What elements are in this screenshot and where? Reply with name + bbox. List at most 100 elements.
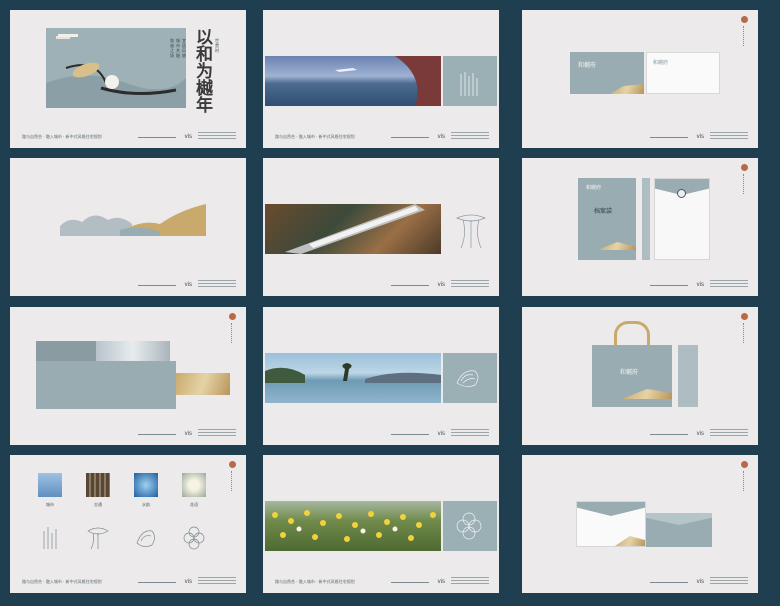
card-footer: vis — [534, 575, 748, 585]
footer-sub — [710, 429, 748, 437]
card-footer: vis — [534, 278, 748, 288]
seal-tag — [224, 313, 240, 349]
seal-tag — [224, 461, 240, 497]
footer-sub — [451, 132, 489, 140]
photo-lake-tree — [265, 353, 441, 403]
card-footer: vis — [22, 427, 236, 437]
card-mountains: vis — [10, 158, 246, 296]
gallery-label: 花语 — [190, 502, 198, 507]
gold-wave — [598, 242, 636, 250]
footer-vis: vis — [437, 134, 445, 140]
card-gallery: 城市 交通 水韵 花语 路与自然合 · 融入城市 · 新中式风格住宅规划 vis — [10, 455, 246, 593]
card-footer: vis — [22, 278, 236, 288]
seal-icon — [228, 313, 236, 320]
card-business-card: 和樾府 和樾府 vis — [522, 10, 758, 148]
leaf-icon — [86, 525, 110, 551]
seal-icon — [228, 461, 236, 468]
envelope-flap — [577, 502, 645, 516]
logo-text: 和樾府 — [620, 369, 639, 376]
gallery-photo-city — [38, 473, 62, 497]
card-lake: vis — [263, 307, 499, 445]
card-cover: 以 和 为 樾 年 世 贯 时 和谐之境 城市共融 宜居风貌 路与自然合 · 融… — [10, 10, 246, 148]
poem-line: 宜居风貌 — [182, 38, 186, 58]
color-block-gray — [36, 341, 96, 361]
envelope-front — [576, 501, 646, 547]
footer-sub — [710, 280, 748, 288]
color-block-gold — [176, 373, 230, 395]
footer-vis: vis — [437, 282, 445, 288]
business-card-front: 和樾府 — [570, 52, 644, 94]
folder-label: 档案袋 — [594, 208, 613, 215]
footer-vis: vis — [437, 431, 445, 437]
footer-vis: vis — [696, 579, 704, 585]
footer-rule — [650, 137, 688, 138]
card-folder: 和樾府 档案袋 vis — [522, 158, 758, 296]
poem-line: 和谐之境 — [170, 38, 174, 58]
footer-tagline: 路与自然合 · 融入城市 · 新中式风格住宅规划 — [22, 579, 102, 584]
gallery-label: 水韵 — [142, 502, 150, 507]
card-footer: 路与自然合 · 融入城市 · 新中式风格住宅规划 vis — [22, 130, 236, 140]
envelope-back-flap — [646, 513, 712, 525]
footer-rule — [650, 434, 688, 435]
footer-vis: vis — [437, 579, 445, 585]
gold-wave — [622, 389, 672, 399]
knot-icon — [455, 511, 483, 541]
gallery-photo-rail — [86, 473, 110, 497]
seal-tag — [736, 16, 752, 52]
envelope-strip — [642, 178, 650, 260]
footer-sub — [198, 280, 236, 288]
card-footer: 路与自然合 · 融入城市 · 新中式风格住宅规划 vis — [275, 130, 489, 140]
gallery-label: 城市 — [46, 502, 54, 507]
seal-text — [743, 174, 745, 194]
footer-rule — [391, 434, 429, 435]
card-footer: vis — [275, 427, 489, 437]
footer-rule — [391, 137, 429, 138]
footer-vis: vis — [184, 134, 192, 140]
seal-icon — [740, 461, 748, 468]
logo-text: 和樾府 — [586, 185, 602, 191]
bamboo-icon — [38, 525, 62, 551]
cover-illustration — [46, 28, 186, 108]
footer-vis: vis — [696, 134, 704, 140]
footer-sub — [451, 577, 489, 585]
card-daffodils: 路与自然合 · 融入城市 · 新中式风格住宅规划 vis — [263, 455, 499, 593]
footer-rule — [138, 137, 176, 138]
footer-sub — [198, 132, 236, 140]
vis-board: 以 和 为 樾 年 世 贯 时 和谐之境 城市共融 宜居风貌 路与自然合 · 融… — [0, 0, 780, 606]
photo-daffodils — [265, 501, 441, 551]
gallery-label: 交通 — [94, 502, 102, 507]
wave-icon — [134, 525, 158, 551]
photo-train — [265, 204, 441, 254]
poem-line: 城市共融 — [176, 38, 180, 58]
card-footer: vis — [275, 278, 489, 288]
footer-rule — [138, 434, 176, 435]
card-bag: 和樾府 vis — [522, 307, 758, 445]
gallery-photo-flower — [182, 473, 206, 497]
footer-vis: vis — [184, 579, 192, 585]
footer-tagline: 路与自然合 · 融入城市 · 新中式风格住宅规划 — [275, 134, 355, 139]
leaf-icon — [453, 210, 489, 250]
footer-sub — [198, 429, 236, 437]
slogan-char: 年 — [196, 96, 213, 116]
string-button-icon — [677, 189, 686, 198]
seal-text — [231, 471, 233, 491]
footer-sub — [710, 132, 748, 140]
footer-vis: vis — [696, 282, 704, 288]
gallery-photo-water — [134, 473, 158, 497]
card-footer: 路与自然合 · 融入城市 · 新中式风格住宅规划 vis — [275, 575, 489, 585]
envelope-back — [646, 513, 712, 547]
logo-text: 和樾府 — [578, 62, 597, 69]
gold-wave — [615, 536, 645, 546]
color-block-main — [36, 361, 176, 409]
file-folder: 和樾府 档案袋 — [578, 178, 636, 260]
footer-sub — [198, 577, 236, 585]
wave-icon — [453, 363, 483, 393]
footer-tagline: 路与自然合 · 融入城市 · 新中式风格住宅规划 — [22, 134, 102, 139]
seal-tag — [736, 313, 752, 349]
footer-sub — [451, 429, 489, 437]
footer-rule — [138, 582, 176, 583]
footer-sub — [451, 280, 489, 288]
seal-text — [231, 323, 233, 343]
card-color-blocks: vis — [10, 307, 246, 445]
logo-small — [58, 34, 78, 37]
